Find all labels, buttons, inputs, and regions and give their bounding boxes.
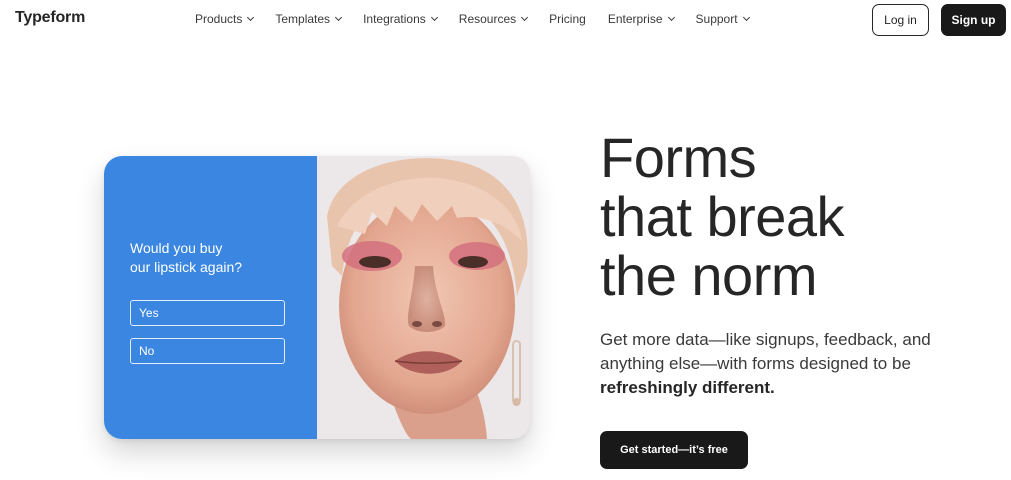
menu-item-resources[interactable]: Resources [458,12,529,26]
menu-item-enterprise[interactable]: Enterprise [607,12,675,26]
get-started-button[interactable]: Get started—it’s free [600,431,748,469]
form-question-panel: Would you buy our lipstick again? Yes No [104,156,317,439]
subtext-bold: refreshingly different. [600,378,775,397]
main-menu: Products Templates Integrations Resource… [195,12,771,26]
typeform-logo[interactable]: Typeform [15,9,85,27]
chevron-down-icon [521,13,529,22]
menu-item-templates[interactable]: Templates [275,12,343,26]
menu-item-label: Support [695,12,738,26]
chevron-down-icon [667,13,675,22]
question-line: our lipstick again? [130,259,243,275]
headline-line: that break [600,185,845,248]
menu-item-label: Pricing [549,12,586,26]
chevron-down-icon [430,13,438,22]
menu-item-label: Integrations [363,12,426,26]
menu-item-products[interactable]: Products [195,12,255,26]
portrait-illustration [317,156,530,439]
menu-item-label: Resources [458,12,517,26]
menu-item-label: Enterprise [607,12,663,26]
form-question: Would you buy our lipstick again? [130,239,300,277]
headline-line: the norm [600,244,818,307]
chevron-down-icon [742,13,750,22]
chevron-down-icon [247,13,255,22]
answer-option-yes[interactable]: Yes [130,300,285,326]
menu-item-pricing[interactable]: Pricing [549,12,586,26]
signup-button[interactable]: Sign up [941,4,1006,36]
answer-option-no[interactable]: No [130,338,285,364]
headline-line: Forms [600,126,757,189]
menu-item-label: Templates [275,12,331,26]
menu-item-label: Products [195,12,243,26]
menu-item-support[interactable]: Support [695,12,750,26]
question-line: Would you buy [130,240,223,256]
top-navigation: Typeform Products Templates Integrations… [0,0,1011,40]
form-preview-card: Would you buy our lipstick again? Yes No [104,156,530,439]
hero-headline: Forms that break the norm [600,126,845,307]
menu-item-integrations[interactable]: Integrations [363,12,438,26]
hero-subtext: Get more data—like signups, feedback, an… [600,328,960,400]
chevron-down-icon [335,13,343,22]
subtext-main: Get more data—like signups, feedback, an… [600,330,931,373]
login-button[interactable]: Log in [872,4,929,36]
portrait-photo [317,156,530,439]
